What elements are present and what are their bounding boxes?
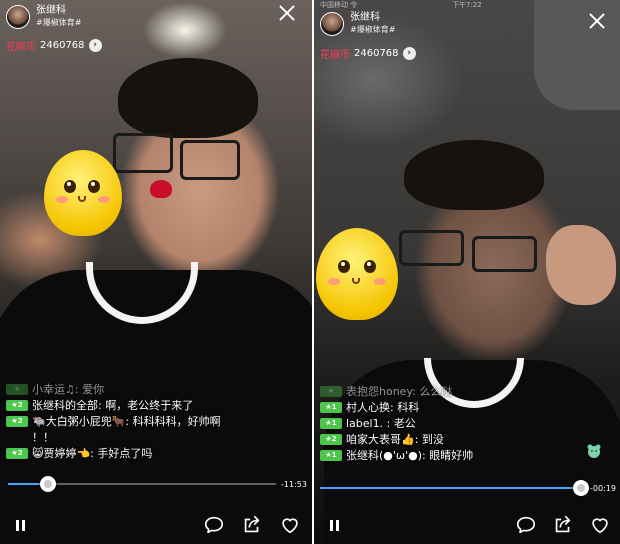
comment-text: 😸贾婷婷👈: 手好点了吗 xyxy=(32,447,153,460)
remaining-time: -11:53 xyxy=(281,480,307,489)
level-badge: ★2 xyxy=(6,400,28,411)
mascot-sticker xyxy=(44,150,122,236)
level-badge: ★1 xyxy=(320,402,342,413)
share-icon[interactable] xyxy=(241,514,263,536)
level-badge: ★1 xyxy=(320,418,342,429)
host-tag: #爆椒体育# xyxy=(36,18,82,27)
currency-badge[interactable]: 花椒币 2460768 › xyxy=(320,46,416,61)
video-glasses-lens xyxy=(399,230,464,266)
avatar[interactable] xyxy=(320,12,344,36)
live-stream-panel-right: 中国移动 令 下午7:22 张继科 #爆椒体育# 花椒币 2460768 › ★… xyxy=(314,0,620,544)
panel-divider xyxy=(312,0,314,544)
level-badge: ★ xyxy=(320,386,342,397)
video-car-ceiling xyxy=(534,0,620,110)
comment-text: 咱家大表哥👍: 到没 xyxy=(346,433,444,446)
currency-value: 2460768 xyxy=(354,48,399,59)
player-controls xyxy=(314,506,620,544)
chevron-right-icon[interactable]: › xyxy=(88,39,102,52)
playback-progress-bar[interactable] xyxy=(320,480,590,496)
comment-text: label1. : 老公 xyxy=(346,417,416,430)
chevron-right-icon[interactable]: › xyxy=(402,47,416,60)
carrier-text: 中国移动 令 xyxy=(320,1,358,9)
clock-text: 下午7:22 xyxy=(452,1,482,9)
comment-item: ★1 村人心换: 科科 xyxy=(320,400,610,416)
comment-item: ★ 小幸运♫: 爱你 xyxy=(6,382,296,398)
host-header[interactable]: 张继科 #爆椒体育# xyxy=(320,12,395,36)
pause-icon[interactable] xyxy=(15,520,27,532)
comment-item: ★1 张继科(●'ω'●): 眼睛好帅 xyxy=(320,448,610,464)
comment-list: ★ 表抱怨honey: 么么哒 ★1 村人心换: 科科 ★1 label1. :… xyxy=(320,384,610,464)
host-name: 张继科 xyxy=(36,5,66,16)
rose-sticker xyxy=(150,180,172,198)
host-name: 张继科 xyxy=(350,12,380,23)
currency-value: 2460768 xyxy=(40,40,85,51)
level-badge: ★2 xyxy=(320,434,342,445)
currency-badge[interactable]: 花椒币 2460768 › xyxy=(6,38,102,53)
comment-text: 张继科(●'ω'●): 眼睛好帅 xyxy=(346,449,474,462)
comment-item: ★ 表抱怨honey: 么么哒 xyxy=(320,384,610,400)
live-stream-panel-left: 张继科 #爆椒体育# 花椒币 2460768 › ★ 小幸运♫: 爱你 ★2 张… xyxy=(0,0,312,544)
pause-icon[interactable] xyxy=(329,520,341,532)
level-badge: ★2 xyxy=(6,448,28,459)
player-controls xyxy=(0,506,312,544)
comment-item: ★2 😸贾婷婷👈: 手好点了吗 xyxy=(6,446,296,462)
progress-scrubber[interactable] xyxy=(40,476,57,492)
comment-icon[interactable] xyxy=(515,514,537,536)
level-badge: ★1 xyxy=(320,450,342,461)
close-icon[interactable] xyxy=(278,4,296,22)
remaining-time: -00:19 xyxy=(590,484,616,493)
currency-label: 花椒币 xyxy=(6,42,36,53)
currency-label: 花椒币 xyxy=(320,50,350,61)
heart-icon[interactable] xyxy=(279,514,301,536)
comment-text: 张继科的全部: 啊，老公终于来了 xyxy=(32,399,194,412)
comment-item: ★2 🐃大白粥小屁兜🐂: 科科科科，好帅啊 ！！ xyxy=(6,414,296,446)
mascot-sticker xyxy=(316,228,398,320)
bear-gift-icon[interactable] xyxy=(586,443,602,459)
level-badge: ★2 xyxy=(6,416,28,427)
video-hair xyxy=(404,140,544,210)
close-icon[interactable] xyxy=(588,12,606,30)
comment-text: 村人心换: 科科 xyxy=(346,401,420,414)
video-hand xyxy=(546,225,616,305)
progress-fill xyxy=(320,487,582,489)
comment-item: ★2 张继科的全部: 啊，老公终于来了 xyxy=(6,398,296,414)
avatar[interactable] xyxy=(6,5,30,29)
video-glasses-lens xyxy=(472,236,537,272)
playback-progress-bar[interactable] xyxy=(8,476,276,492)
level-badge: ★ xyxy=(6,384,28,395)
video-glasses-lens xyxy=(180,140,240,180)
status-bar: 中国移动 令 下午7:22 xyxy=(314,0,620,9)
comment-text: 表抱怨honey: 么么哒 xyxy=(346,385,453,398)
comment-text: 小幸运♫: 爱你 xyxy=(32,383,105,396)
host-tag: #爆椒体育# xyxy=(350,25,396,34)
comment-item: ★1 label1. : 老公 xyxy=(320,416,610,432)
heart-icon[interactable] xyxy=(589,514,611,536)
comment-list: ★ 小幸运♫: 爱你 ★2 张继科的全部: 啊，老公终于来了 ★2 🐃大白粥小屁… xyxy=(6,382,296,462)
share-icon[interactable] xyxy=(552,514,574,536)
video-glasses-lens xyxy=(113,133,173,173)
comment-item: ★2 咱家大表哥👍: 到没 xyxy=(320,432,610,448)
host-header[interactable]: 张继科 #爆椒体育# xyxy=(6,5,81,29)
comment-icon[interactable] xyxy=(203,514,225,536)
video-hair xyxy=(118,58,258,138)
comment-text: 🐃大白粥小屁兜🐂: 科科科科，好帅啊 ！！ xyxy=(32,415,221,444)
